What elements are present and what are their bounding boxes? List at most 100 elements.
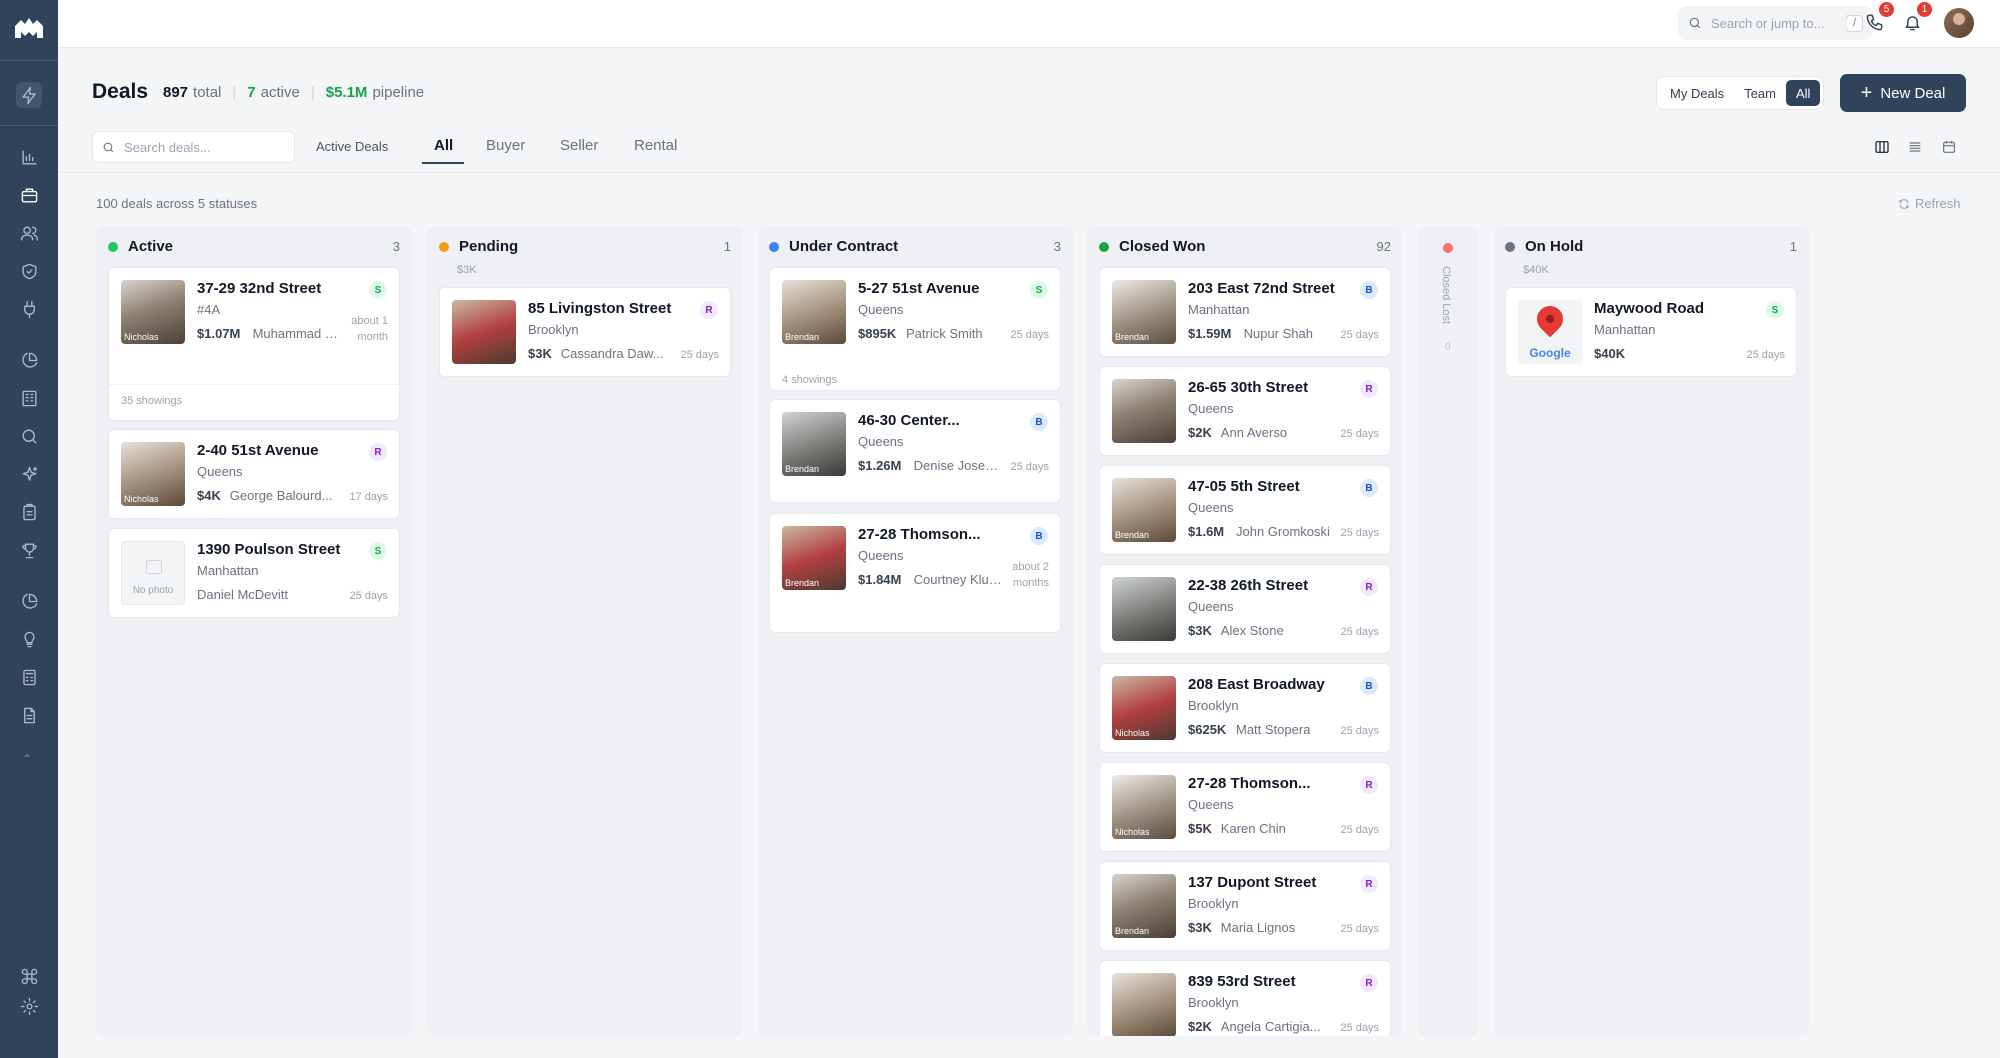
refresh-icon bbox=[1899, 198, 1909, 209]
active-deals-filter[interactable]: Active Deals bbox=[316, 139, 388, 154]
total-label: total bbox=[193, 84, 222, 101]
lightbulb-icon[interactable] bbox=[16, 626, 42, 652]
deal-card[interactable]: 839 53rd Street Brooklyn R $2K Angela Cartig… bbox=[1099, 960, 1391, 1036]
board-view-icon[interactable] bbox=[1871, 136, 1893, 158]
document-icon[interactable] bbox=[16, 702, 42, 728]
analytics-icon[interactable] bbox=[16, 144, 42, 170]
trophy-icon[interactable] bbox=[16, 537, 42, 563]
new-deal-button[interactable]: + New Deal bbox=[1840, 74, 1966, 112]
tab-buyer[interactable]: Buyer bbox=[486, 137, 525, 154]
map-provider-label: Google bbox=[1529, 346, 1571, 360]
deal-card[interactable]: 26-65 30th Street Queens R $2K Ann Averso 25 … bbox=[1099, 366, 1391, 456]
deal-type-badge: S bbox=[1766, 301, 1784, 319]
deal-card[interactable]: Nicholas 27-28 Thomson... Queens R $5K Karen … bbox=[1099, 762, 1391, 852]
list-view-icon[interactable] bbox=[1904, 136, 1926, 158]
pipeline-label: pipeline bbox=[372, 84, 425, 101]
search-shortcut-key: / bbox=[1846, 14, 1863, 32]
deal-location: Queens bbox=[1188, 797, 1234, 812]
phone-icon[interactable]: 5 bbox=[1862, 2, 1894, 34]
deals-icon[interactable] bbox=[16, 182, 42, 208]
column-header: Pending 1 bbox=[439, 238, 731, 255]
column-count: 1 bbox=[723, 239, 731, 254]
column-under-contract: Under Contract 3 Brendan 5-27 51st Avenue Qu… bbox=[757, 226, 1073, 1036]
collapse-chevron-icon[interactable]: ⌃ bbox=[22, 752, 32, 766]
deal-price: $2K bbox=[1188, 1019, 1212, 1034]
deal-age: 25 days bbox=[1340, 428, 1379, 440]
shield-icon[interactable] bbox=[16, 258, 42, 284]
deal-location: Queens bbox=[1188, 500, 1234, 515]
deal-card[interactable]: Nicholas 208 East Broadway Brooklyn B $625K M… bbox=[1099, 663, 1391, 753]
showings-count: 35 showings bbox=[109, 384, 399, 407]
property-photo bbox=[1112, 577, 1176, 641]
deal-address: 1390 Poulson Street bbox=[197, 541, 341, 558]
column-title[interactable]: Closed Lost bbox=[1440, 266, 1452, 324]
deal-address: 208 East Broadway bbox=[1188, 676, 1325, 693]
active-label: active bbox=[260, 84, 300, 101]
property-photo: Brendan bbox=[1112, 280, 1176, 344]
scope-my-deals[interactable]: My Deals bbox=[1660, 80, 1734, 106]
ai-assistant-icon[interactable] bbox=[16, 82, 42, 108]
deal-price: $40K bbox=[1594, 346, 1626, 361]
deal-card[interactable]: Brendan 203 East 72nd Street Manhattan B $1.… bbox=[1099, 267, 1391, 357]
deal-card[interactable]: Google Maywood Road Manhattan S $40K 25 days bbox=[1505, 287, 1797, 377]
deal-type-badge: S bbox=[1030, 281, 1048, 299]
deal-address: 137 Dupont Street bbox=[1188, 874, 1317, 891]
deal-age: 25 days bbox=[1340, 527, 1379, 539]
column-header: Active 3 bbox=[108, 238, 400, 255]
deal-address: 85 Livingston Street bbox=[528, 300, 672, 317]
map-thumbnail: Google bbox=[1518, 300, 1582, 364]
deal-type-badge: R bbox=[1360, 578, 1378, 596]
settings-gear-icon[interactable] bbox=[16, 993, 42, 1019]
global-search-input[interactable]: Search or jump to... / bbox=[1678, 6, 1873, 40]
deal-address: 203 East 72nd Street bbox=[1188, 280, 1335, 297]
scope-all[interactable]: All bbox=[1785, 80, 1821, 106]
deal-age: about 1 month bbox=[351, 315, 388, 343]
deal-card[interactable]: Brendan 27-28 Thomson... Queens B $1.84M Cour… bbox=[769, 513, 1061, 633]
deal-location: #4A bbox=[197, 302, 221, 317]
column-title: Active bbox=[128, 238, 174, 255]
calculator-icon[interactable] bbox=[16, 664, 42, 690]
deal-agent: Patrick Smith bbox=[906, 326, 983, 341]
status-dot bbox=[1099, 241, 1109, 252]
plug-icon[interactable] bbox=[16, 296, 42, 322]
refresh-button[interactable]: Refresh bbox=[1898, 196, 1961, 211]
deal-agent: Ann Averso bbox=[1220, 425, 1288, 440]
search-icon[interactable] bbox=[16, 423, 42, 449]
deal-card[interactable]: 85 Livingston Street Brooklyn R $3K Cassandr… bbox=[439, 287, 731, 377]
search-icon bbox=[1689, 17, 1701, 29]
logo-icon[interactable] bbox=[11, 12, 47, 48]
deal-card[interactable]: Nicholas 2-40 51st Avenue Queens R $4K George… bbox=[108, 429, 400, 519]
deal-type-badge: R bbox=[369, 443, 387, 461]
column-title: Under Contract bbox=[789, 238, 899, 255]
user-avatar[interactable] bbox=[1944, 8, 1974, 38]
clipboard-icon[interactable] bbox=[16, 499, 42, 525]
deal-card[interactable]: Brendan 5-27 51st Avenue Queens S $895K Patri… bbox=[769, 267, 1061, 391]
tab-rental[interactable]: Rental bbox=[634, 137, 677, 154]
contacts-icon[interactable] bbox=[16, 220, 42, 246]
status-dot bbox=[108, 241, 118, 252]
deal-card[interactable]: Brendan 46-30 Center... Queens B $1.26M Denis… bbox=[769, 399, 1061, 503]
deal-type-badge: R bbox=[1360, 875, 1378, 893]
no-photo-label: No photo bbox=[132, 585, 174, 596]
deal-search-input[interactable]: Search deals... bbox=[92, 131, 295, 163]
calendar-view-icon[interactable] bbox=[1938, 136, 1960, 158]
tab-seller[interactable]: Seller bbox=[560, 137, 598, 154]
deal-type-badge: R bbox=[1360, 380, 1378, 398]
scope-team[interactable]: Team bbox=[1734, 80, 1786, 106]
deal-location: Brooklyn bbox=[1188, 896, 1239, 911]
pie-chart-icon[interactable] bbox=[16, 347, 42, 373]
column-header: Closed Won 92 bbox=[1099, 238, 1391, 255]
deal-agent: George Balourd... bbox=[229, 488, 333, 503]
deal-card[interactable]: Brendan 47-05 5th Street Queens B $1.6M John … bbox=[1099, 465, 1391, 555]
sparkles-icon[interactable] bbox=[16, 461, 42, 487]
pie-chart-icon[interactable] bbox=[16, 588, 42, 614]
bell-icon[interactable]: 1 bbox=[1900, 2, 1932, 34]
deal-card[interactable]: 22-38 26th Street Queens R $3K Alex Stone 25 … bbox=[1099, 564, 1391, 654]
command-icon[interactable] bbox=[16, 963, 42, 989]
tab-all[interactable]: All bbox=[434, 137, 453, 154]
deal-agent: Cassandra Daw... bbox=[560, 346, 664, 361]
deal-card[interactable]: No photo 1390 Poulson Street Manhattan S Dan… bbox=[108, 528, 400, 618]
building-icon[interactable] bbox=[16, 385, 42, 411]
deal-card[interactable]: Nicholas 37-29 32nd Street #4A S $1.07M Muham… bbox=[108, 267, 400, 421]
deal-card[interactable]: Brendan 137 Dupont Street Brooklyn R $3K Mari… bbox=[1099, 861, 1391, 951]
